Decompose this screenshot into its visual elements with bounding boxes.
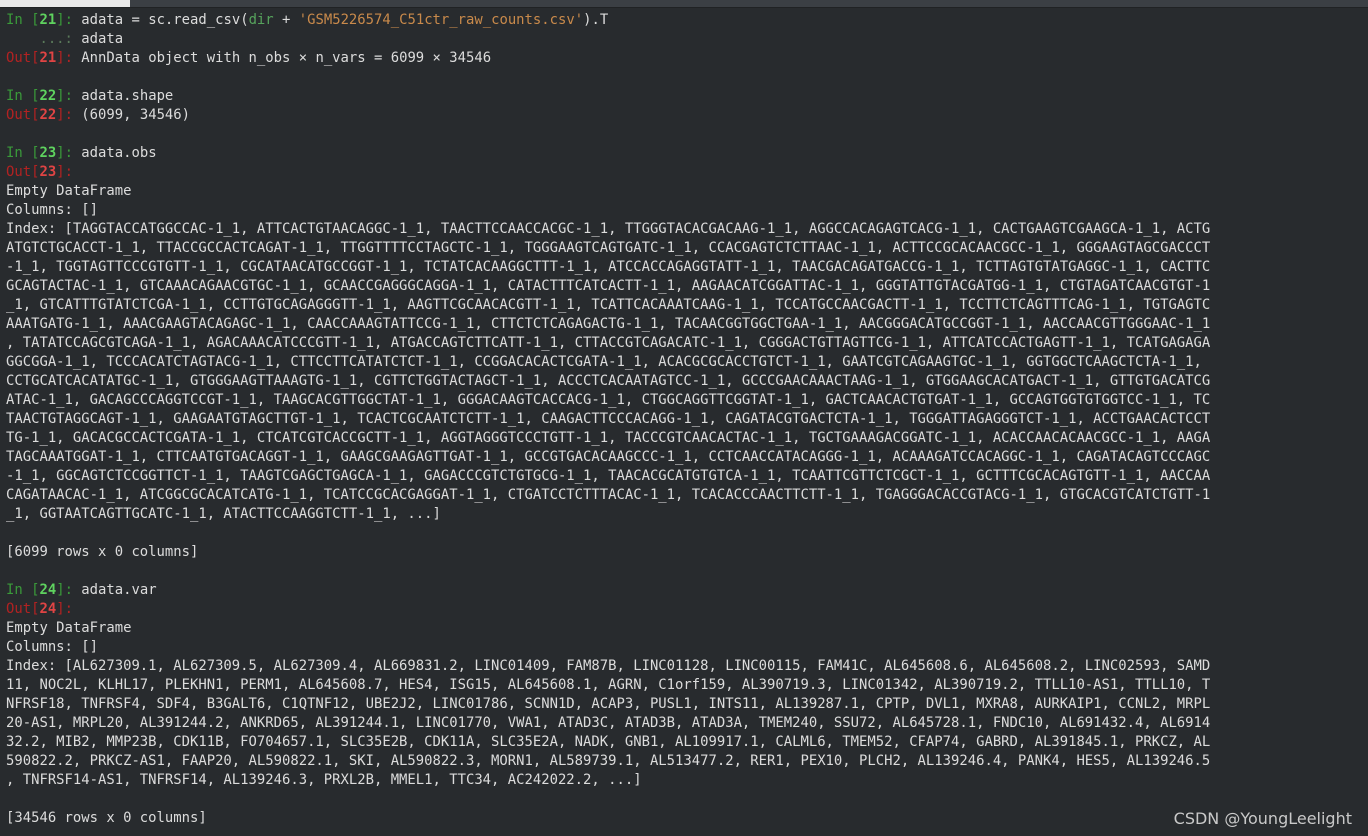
index-line: _1, GTCATTTGTATCTCGA-1_1, CCTTGTGCAGAGGG… (6, 297, 1211, 313)
continuation-line: ...: adata (6, 30, 1306, 49)
in-prompt: In [23]: (6, 145, 82, 161)
in-prompt: In [21]: (6, 12, 82, 28)
index-line: , TATATCCAGCGTCAGA-1_1, AGACAAACATCCCGTT… (6, 335, 1211, 351)
index-line: 20-AS1, MRPL20, AL391244.2, ANKRD65, AL3… (6, 715, 1211, 731)
output-text: (6099, 34546) (81, 107, 191, 123)
code: adata (81, 31, 124, 47)
index-line: Index: [TAGGTACCATGGCCAC-1_1, ATTCACTGTA… (6, 221, 1211, 237)
out-prompt: Out[23]: (6, 164, 82, 180)
output-line: Out[22]: (6099, 34546) (6, 106, 1306, 125)
output-line: Out[21]: AnnData object with n_obs × n_v… (6, 49, 1306, 68)
index-line: CCTGCATCACATATGC-1_1, GTGGGAAGTTAAAGTG-1… (6, 373, 1211, 389)
index-line: ATAC-1_1, GACAGCCCAGGTCCGT-1_1, TAAGCACG… (6, 392, 1211, 408)
index-line: TAGCAAATGGAT-1_1, CTTCAATGTGACAGGT-1_1, … (6, 449, 1211, 465)
tab-strip (0, 0, 1368, 8)
dataframe-index: Index: [AL627309.1, AL627309.5, AL627309… (6, 657, 1306, 790)
code: adata.shape (81, 88, 174, 104)
index-line: GGCGGA-1_1, TCCCACATCTAGTACG-1_1, CTTCCT… (6, 354, 1202, 370)
dataframe-shape: [6099 rows x 0 columns] (6, 544, 199, 560)
index-line: Index: [AL627309.1, AL627309.5, AL627309… (6, 658, 1211, 674)
input-line: In [22]: adata.shape (6, 87, 1306, 106)
watermark: CSDN @YoungLeelight (1173, 809, 1352, 828)
out-prompt: Out[22]: (6, 107, 82, 123)
dataframe-empty-label: Empty DataFrame (6, 620, 132, 636)
input-line: In [24]: adata.var (6, 581, 1306, 600)
dataframe-shape: [34546 rows x 0 columns] (6, 810, 207, 826)
output-line: Out[23]: (6, 163, 1306, 182)
index-line: 32.2, MIB2, MMP23B, CDK11B, FO704657.1, … (6, 734, 1211, 750)
index-line: AAATGATG-1_1, AAACGAAGTACAGAGC-1_1, CAAC… (6, 316, 1211, 332)
index-line: TG-1_1, GACACGCCACTCGATA-1_1, CTCATCGTCA… (6, 430, 1211, 446)
index-line: GCAGTACTAC-1_1, GTCAAACAGAACGTGC-1_1, GC… (6, 278, 1211, 294)
code: adata = sc.read_csv(dir + 'GSM5226574_C5… (81, 12, 609, 28)
input-line: In [21]: adata = sc.read_csv(dir + 'GSM5… (6, 11, 1306, 30)
out-prompt: Out[24]: (6, 601, 82, 617)
in-prompt: In [24]: (6, 582, 82, 598)
out-prompt: Out[21]: (6, 50, 82, 66)
continuation-prompt: ...: (6, 31, 82, 47)
dataframe-columns: Columns: [] (6, 639, 98, 655)
index-line: NFRSF18, TNFRSF4, SDF4, B3GALT6, C1QTNF1… (6, 696, 1211, 712)
index-line: _1, GGTAATCAGTTGCATC-1_1, ATACTTCCAAGGTC… (6, 506, 441, 522)
index-line: -1_1, TGGTAGTTCCCGTGTT-1_1, CGCATAACATGC… (6, 259, 1211, 275)
index-line: -1_1, GGCAGTCTCCGGTTCT-1_1, TAAGTCGAGCTG… (6, 468, 1211, 484)
index-line: , TNFRSF14-AS1, TNFRSF14, AL139246.3, PR… (6, 772, 642, 788)
index-line: ATGTCTGCACCT-1_1, TTACCGCCACTCAGAT-1_1, … (6, 240, 1211, 256)
output-text: AnnData object with n_obs × n_vars = 609… (81, 50, 492, 66)
ipython-console[interactable]: In [21]: adata = sc.read_csv(dir + 'GSM5… (6, 11, 1306, 828)
in-prompt: In [22]: (6, 88, 82, 104)
dataframe-columns: Columns: [] (6, 202, 98, 218)
console-tab[interactable] (0, 0, 130, 7)
code: adata.obs (81, 145, 157, 161)
output-line: Out[24]: (6, 600, 1306, 619)
index-line: CAGATAACAC-1_1, ATCGGCGCACATCATG-1_1, TC… (6, 487, 1211, 503)
code: adata.var (81, 582, 157, 598)
index-line: 11, NOC2L, KLHL17, PLEKHN1, PERM1, AL645… (6, 677, 1211, 693)
index-line: 590822.2, PRKCZ-AS1, FAAP20, AL590822.1,… (6, 753, 1211, 769)
dataframe-index: Index: [TAGGTACCATGGCCAC-1_1, ATTCACTGTA… (6, 220, 1306, 524)
index-line: TAACTGTAGGCAGT-1_1, GAAGAATGTAGCTTGT-1_1… (6, 411, 1211, 427)
dataframe-empty-label: Empty DataFrame (6, 183, 132, 199)
input-line: In [23]: adata.obs (6, 144, 1306, 163)
